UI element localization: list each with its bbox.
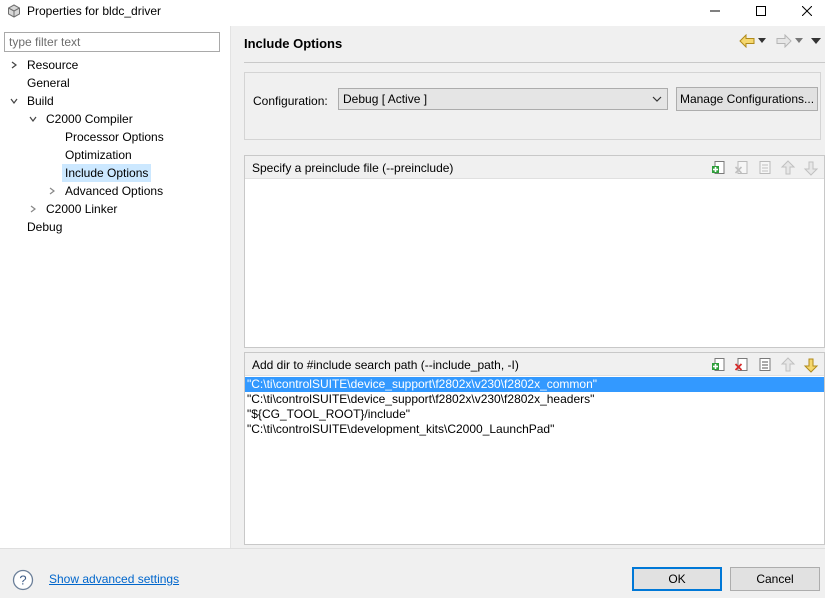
- content-panel: Include Options Configuration: Debug [A…: [231, 26, 825, 548]
- tree-label: Advanced Options: [65, 184, 164, 198]
- edit-icon: [759, 160, 770, 174]
- tree-label: Debug: [27, 220, 63, 234]
- view-menu-icon: [811, 38, 821, 44]
- tree-item-resource[interactable]: Resource: [8, 56, 81, 74]
- tree-label: C2000 Linker: [46, 202, 118, 216]
- edit-button[interactable]: [753, 356, 776, 373]
- history-nav: [739, 34, 821, 48]
- tree-label: Processor Options: [65, 130, 164, 144]
- help-button[interactable]: ?: [12, 569, 34, 594]
- delete-button[interactable]: [730, 356, 753, 373]
- title-bar: Properties for bldc_driver: [0, 0, 825, 22]
- configuration-select[interactable]: Debug [ Active ]: [338, 88, 668, 110]
- close-icon: [802, 6, 812, 16]
- tree-item-c2000-compiler[interactable]: C2000 Compiler: [27, 110, 136, 128]
- include-path-toolbar: [707, 356, 822, 373]
- chevron-down-icon[interactable]: [27, 110, 39, 128]
- ok-button[interactable]: OK: [632, 567, 722, 591]
- edit-button[interactable]: [753, 159, 776, 176]
- tree-label: General: [27, 76, 70, 90]
- include-path-items[interactable]: "C:\ti\controlSUITE\device_support\f2802…: [245, 377, 824, 437]
- chevron-right-icon[interactable]: [27, 200, 39, 218]
- delete-icon: [734, 160, 747, 174]
- move-up-button[interactable]: [776, 356, 799, 373]
- tree-item-include-options[interactable]: Include Options: [62, 164, 152, 182]
- svg-text:?: ?: [19, 573, 26, 588]
- page-header: Include Options: [231, 26, 825, 62]
- move-up-icon: [780, 159, 795, 174]
- navigation-panel: Resource General Build C2000 Compiler Pr…: [0, 26, 230, 548]
- preinclude-toolbar: [707, 159, 822, 176]
- delete-icon: [734, 357, 747, 371]
- add-icon: [711, 160, 724, 174]
- tree-label: Optimization: [65, 148, 132, 162]
- preinclude-list: Specify a preinclude file (--preinclude): [244, 155, 825, 348]
- view-menu-button[interactable]: [811, 38, 821, 44]
- configuration-value: Debug [ Active ]: [343, 92, 428, 106]
- add-button[interactable]: [707, 159, 730, 176]
- cancel-button[interactable]: Cancel: [730, 567, 820, 591]
- minimize-icon: [710, 10, 720, 12]
- tree-label: Include Options: [62, 164, 152, 182]
- tree-label: C2000 Compiler: [46, 112, 133, 126]
- maximize-icon: [756, 6, 766, 16]
- help-icon: ?: [12, 569, 34, 591]
- tree-label: Resource: [27, 58, 79, 72]
- chevron-down-icon: [652, 89, 662, 115]
- preinclude-header: Specify a preinclude file (--preinclude): [245, 156, 824, 179]
- forward-menu-button[interactable]: [795, 38, 803, 44]
- forward-arrow-icon: [776, 34, 792, 48]
- add-icon: [711, 357, 724, 371]
- move-up-icon: [780, 356, 795, 371]
- app-icon: [7, 4, 21, 18]
- include-path-header-label: Add dir to #include search path (--inclu…: [252, 358, 519, 372]
- window-title: Properties for bldc_driver: [27, 4, 162, 18]
- chevron-down-icon[interactable]: [8, 92, 20, 110]
- tree-label: Build: [27, 94, 54, 108]
- configuration-label: Configuration:: [253, 94, 328, 108]
- list-item[interactable]: "C:\ti\controlSUITE\device_support\f2802…: [245, 392, 824, 407]
- chevron-right-icon[interactable]: [46, 182, 58, 200]
- back-arrow-icon: [739, 34, 755, 48]
- delete-button[interactable]: [730, 159, 753, 176]
- show-advanced-settings-link[interactable]: Show advanced settings: [49, 572, 179, 586]
- maximize-button[interactable]: [738, 0, 784, 22]
- forward-button[interactable]: [776, 34, 792, 48]
- tree-item-c2000-linker[interactable]: C2000 Linker: [27, 200, 120, 218]
- preinclude-header-label: Specify a preinclude file (--preinclude): [252, 161, 454, 175]
- manage-configurations-button[interactable]: Manage Configurations...: [676, 87, 818, 111]
- add-button[interactable]: [707, 356, 730, 373]
- tree-item-build[interactable]: Build: [8, 92, 57, 110]
- back-menu-button[interactable]: [758, 38, 766, 44]
- filter-input[interactable]: [4, 32, 220, 52]
- move-down-icon: [803, 161, 818, 176]
- edit-icon: [759, 357, 770, 371]
- dropdown-triangle-icon: [758, 38, 766, 43]
- dialog-footer: ? Show advanced settings OK Cancel: [0, 548, 825, 598]
- tree-item-debug[interactable]: Debug: [24, 218, 65, 236]
- include-path-header: Add dir to #include search path (--inclu…: [245, 353, 824, 376]
- tree-item-processor-options[interactable]: Processor Options: [62, 128, 167, 146]
- back-button[interactable]: [739, 34, 755, 48]
- list-item[interactable]: "C:\ti\controlSUITE\development_kits\C20…: [245, 422, 824, 437]
- minimize-button[interactable]: [692, 0, 738, 22]
- move-down-button[interactable]: [799, 159, 822, 176]
- dropdown-triangle-icon: [795, 38, 803, 43]
- page-title: Include Options: [244, 36, 343, 51]
- header-separator: [244, 62, 825, 63]
- list-item[interactable]: "C:\ti\controlSUITE\device_support\f2802…: [245, 377, 824, 392]
- configuration-group: Configuration: Debug [ Active ] Manage C…: [244, 72, 821, 140]
- chevron-right-icon[interactable]: [8, 56, 20, 74]
- tree-item-optimization[interactable]: Optimization: [62, 146, 135, 164]
- close-window-button[interactable]: [784, 0, 825, 22]
- move-down-button[interactable]: [799, 356, 822, 373]
- move-up-button[interactable]: [776, 159, 799, 176]
- list-item[interactable]: "${CG_TOOL_ROOT}/include": [245, 407, 824, 422]
- tree-item-general[interactable]: General: [24, 74, 73, 92]
- tree-item-advanced-options[interactable]: Advanced Options: [46, 182, 166, 200]
- include-path-list: Add dir to #include search path (--inclu…: [244, 352, 825, 545]
- move-down-icon: [803, 358, 818, 373]
